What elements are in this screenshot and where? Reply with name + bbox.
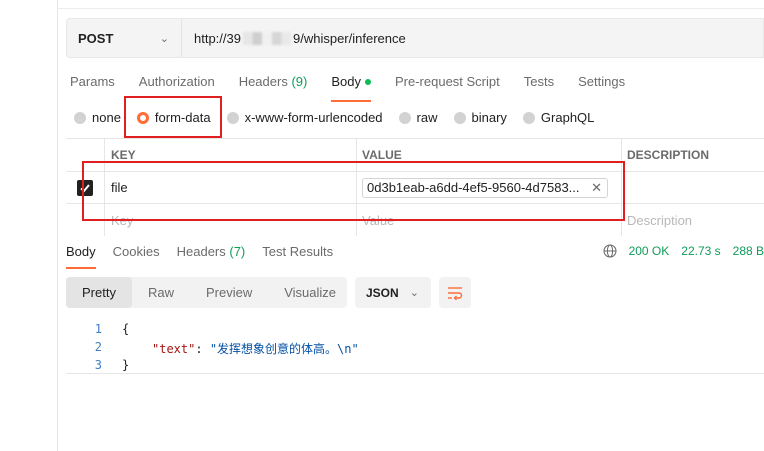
view-raw[interactable]: Raw bbox=[132, 277, 190, 308]
view-pretty[interactable]: Pretty bbox=[66, 277, 132, 308]
tab-params[interactable]: Params bbox=[70, 74, 115, 100]
description-input[interactable]: Description bbox=[622, 204, 764, 236]
chevron-down-icon: ⌄ bbox=[409, 287, 419, 299]
tab-response-headers[interactable]: Headers (7) bbox=[177, 244, 246, 264]
left-panel-border bbox=[57, 0, 58, 451]
chevron-down-icon: ⌄ bbox=[159, 32, 169, 45]
url-prefix: http://39 bbox=[194, 30, 241, 46]
response-bar: Body Cookies Headers (7) Test Results 20… bbox=[66, 244, 764, 269]
top-divider bbox=[58, 8, 764, 9]
tab-cookies[interactable]: Cookies bbox=[113, 244, 160, 264]
format-label: JSON bbox=[366, 285, 399, 300]
tab-headers[interactable]: Headers (9) bbox=[239, 74, 308, 100]
radio-raw[interactable]: raw bbox=[398, 110, 438, 125]
line-number: 3 bbox=[94, 358, 102, 372]
value-input[interactable]: Value bbox=[357, 204, 622, 236]
close-icon[interactable]: ✕ bbox=[591, 180, 602, 196]
tab-settings[interactable]: Settings bbox=[578, 74, 625, 100]
tab-tests[interactable]: Tests bbox=[524, 74, 554, 100]
format-select[interactable]: JSON ⌄ bbox=[355, 277, 431, 308]
file-chip[interactable]: 0d3b1eab-a6dd-4ef5-9560-4d7583... ✕ bbox=[362, 177, 608, 198]
method-label: POST bbox=[78, 30, 114, 46]
form-data-table: KEY VALUE DESCRIPTION file 0d3b1eab-a6dd… bbox=[66, 138, 764, 236]
radio-dot bbox=[398, 111, 411, 124]
table-header: KEY VALUE DESCRIPTION bbox=[66, 138, 764, 172]
body-active-dot bbox=[364, 78, 371, 85]
response-headers-count: (7) bbox=[229, 244, 246, 259]
radio-graphql[interactable]: GraphQL bbox=[522, 110, 594, 125]
table-row-empty: Key Value Description bbox=[66, 204, 764, 236]
radio-binary[interactable]: binary bbox=[453, 110, 507, 125]
body-type-radios: none form-data x-www-form-urlencoded raw… bbox=[74, 110, 610, 125]
response-time[interactable]: 22.73 s bbox=[681, 244, 720, 258]
header-key: KEY bbox=[105, 139, 357, 171]
redacted-ip bbox=[242, 31, 291, 45]
wrap-lines-icon bbox=[448, 286, 463, 300]
wrap-lines-button[interactable] bbox=[439, 277, 471, 308]
row-key[interactable]: file bbox=[105, 172, 357, 203]
radio-dot bbox=[522, 111, 535, 124]
globe-icon[interactable] bbox=[603, 244, 617, 258]
response-tabs: Body Cookies Headers (7) Test Results bbox=[66, 244, 350, 269]
view-preview[interactable]: Preview bbox=[190, 277, 268, 308]
request-tabs: Params Authorization Headers (9) Body Pr… bbox=[70, 74, 649, 102]
url-input[interactable]: http://39 9/whisper/inference bbox=[182, 31, 406, 46]
tab-response-body[interactable]: Body bbox=[66, 244, 96, 269]
code-line-3: } bbox=[122, 358, 129, 372]
line-number: 1 bbox=[94, 322, 102, 336]
tab-test-results[interactable]: Test Results bbox=[262, 244, 333, 264]
json-value: "发挥想象创意的体高。\n" bbox=[209, 342, 359, 356]
header-description: DESCRIPTION bbox=[627, 148, 710, 162]
response-code-view[interactable]: 1 2 3 { "text": "发挥想象创意的体高。\n" } bbox=[66, 318, 764, 374]
header-value: VALUE bbox=[357, 139, 622, 171]
tab-authorization[interactable]: Authorization bbox=[139, 74, 215, 100]
response-size[interactable]: 288 B bbox=[733, 244, 764, 258]
code-line-1: { bbox=[122, 322, 129, 336]
row-checkbox[interactable] bbox=[77, 179, 93, 196]
check-icon bbox=[80, 183, 90, 192]
view-visualize[interactable]: Visualize bbox=[268, 277, 352, 308]
radio-x-www-form-urlencoded[interactable]: x-www-form-urlencoded bbox=[226, 110, 383, 125]
file-name: 0d3b1eab-a6dd-4ef5-9560-4d7583... bbox=[367, 180, 580, 195]
url-bar: POST ⌄ http://39 9/whisper/inference bbox=[66, 18, 764, 58]
line-number: 2 bbox=[94, 340, 102, 354]
row-description[interactable] bbox=[622, 172, 764, 203]
table-row: file 0d3b1eab-a6dd-4ef5-9560-4d7583... ✕ bbox=[66, 172, 764, 204]
response-status: 200 OK 22.73 s 288 B bbox=[603, 244, 764, 258]
method-select[interactable]: POST ⌄ bbox=[67, 19, 182, 57]
tab-pre-request-script[interactable]: Pre-request Script bbox=[395, 74, 500, 100]
key-input[interactable]: Key bbox=[105, 204, 357, 236]
tab-body[interactable]: Body bbox=[331, 74, 371, 102]
radio-none[interactable]: none bbox=[74, 110, 121, 125]
radio-dot-selected bbox=[136, 111, 149, 124]
radio-dot bbox=[74, 111, 86, 124]
radio-dot bbox=[453, 111, 466, 124]
open-brace: { bbox=[122, 322, 130, 336]
view-mode-segmented: Pretty Raw Preview Visualize bbox=[66, 277, 347, 308]
code-line-2: "text": "发挥想象创意的体高。\n" bbox=[152, 340, 359, 357]
url-suffix: 9/whisper/inference bbox=[292, 30, 406, 46]
json-colon: : bbox=[195, 342, 210, 356]
status-code[interactable]: 200 OK bbox=[629, 244, 670, 258]
radio-form-data[interactable]: form-data bbox=[136, 110, 211, 125]
headers-count: (9) bbox=[291, 74, 308, 89]
radio-dot bbox=[226, 111, 239, 124]
json-key: "text" bbox=[152, 342, 196, 356]
close-brace: } bbox=[122, 358, 130, 372]
